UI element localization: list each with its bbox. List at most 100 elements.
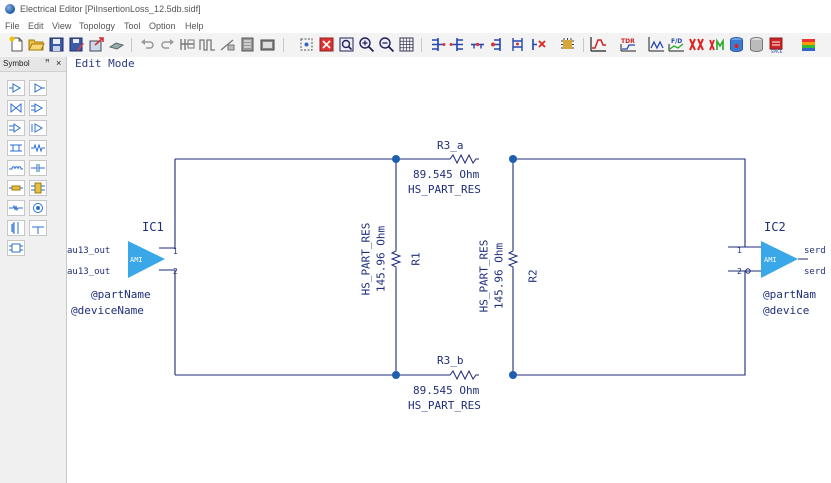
component-icon[interactable] xyxy=(559,36,576,53)
package-icon[interactable] xyxy=(7,240,25,256)
database-icon[interactable] xyxy=(728,36,745,53)
redo-icon[interactable] xyxy=(159,36,176,53)
crosstalk-icon[interactable] xyxy=(688,36,705,53)
ic1-pin1-wire xyxy=(159,159,176,249)
terminator-icon[interactable] xyxy=(29,120,47,136)
transformer-icon[interactable] xyxy=(7,220,25,236)
menu-file[interactable]: File xyxy=(5,21,20,31)
resistor-symbol-icon[interactable] xyxy=(29,140,47,156)
bus-icon[interactable] xyxy=(179,36,196,53)
link-icon[interactable] xyxy=(108,36,125,53)
export-icon[interactable] xyxy=(88,36,105,53)
probe-icon[interactable] xyxy=(29,200,47,216)
symbol-palette-title: Symbol xyxy=(3,59,30,68)
ic2-body-label: AMI xyxy=(764,256,777,264)
r2-ref-label: R2 xyxy=(526,269,540,283)
window-title: Electrical Editor [PiInsertionLoss_12.5d… xyxy=(20,4,201,14)
r1-value: 145.96 Ohm xyxy=(374,225,388,293)
junction-node xyxy=(509,155,517,163)
cylinder-icon[interactable] xyxy=(748,36,765,53)
io-buffer-icon[interactable] xyxy=(7,120,25,136)
delete-net-icon[interactable] xyxy=(529,36,546,53)
waveform-icon[interactable] xyxy=(590,36,607,53)
grid-icon[interactable] xyxy=(398,36,415,53)
bottom-right-wire xyxy=(513,270,746,376)
menu-view[interactable]: View xyxy=(52,21,71,31)
app-logo-icon xyxy=(5,4,15,14)
tline-icon[interactable] xyxy=(7,140,25,156)
connector-icon[interactable] xyxy=(29,180,47,196)
driver-symbol-icon[interactable] xyxy=(7,80,25,96)
zoom-in-icon[interactable] xyxy=(358,36,375,53)
capacitor-symbol-icon[interactable] xyxy=(29,160,47,176)
tdr-icon[interactable]: TDR xyxy=(620,36,637,53)
junction-node xyxy=(392,155,400,163)
new-file-icon[interactable] xyxy=(8,36,25,53)
menu-tool[interactable]: Tool xyxy=(124,21,141,31)
ic1-pin2-net: au13_out xyxy=(67,267,111,277)
junction-node xyxy=(509,371,517,379)
r3a-resistor xyxy=(447,153,479,165)
paste-icon[interactable] xyxy=(259,36,276,53)
add-pin-icon[interactable] xyxy=(489,36,506,53)
r1-ref-label: R1 xyxy=(409,252,423,266)
open-folder-icon[interactable] xyxy=(28,36,45,53)
ground-icon[interactable] xyxy=(29,220,47,236)
r3a-value: 89.545 Ohm xyxy=(413,168,480,181)
save-icon[interactable] xyxy=(48,36,65,53)
ic2-pin1-net: serd xyxy=(804,246,826,256)
ic1-pin1-net: au13_out xyxy=(67,246,111,256)
toolbar: TDR F/D SPICE xyxy=(0,33,831,58)
netlist-icon[interactable] xyxy=(509,36,526,53)
add-port-2-icon[interactable] xyxy=(449,36,466,53)
menu-bar: File Edit View Topology Tool Option Help xyxy=(0,18,831,33)
diff-driver-icon[interactable] xyxy=(7,100,25,116)
diff-receiver-icon[interactable] xyxy=(29,100,47,116)
r3a-ref-label: R3_a xyxy=(437,139,464,152)
title-bar: Electrical Editor [PiInsertionLoss_12.5d… xyxy=(0,0,831,18)
fit-window-icon[interactable] xyxy=(318,36,335,53)
copy-icon[interactable] xyxy=(239,36,256,53)
menu-topology[interactable]: Topology xyxy=(79,21,115,31)
menu-option[interactable]: Option xyxy=(149,21,176,31)
net-icon[interactable] xyxy=(469,36,486,53)
jitter-icon[interactable] xyxy=(708,36,725,53)
small-resistor-icon[interactable] xyxy=(7,200,25,216)
close-icon[interactable]: × xyxy=(56,58,61,68)
schematic-canvas[interactable]: Edit Mode IC1 au13_out au13_out 1 2 AMI … xyxy=(67,57,831,483)
r3a-part: HS_PART_RES xyxy=(408,183,481,196)
svg-text:F/D: F/D xyxy=(671,38,682,45)
receiver-symbol-icon[interactable] xyxy=(29,80,47,96)
ic2-ref-label: IC2 xyxy=(764,220,786,234)
menu-help[interactable]: Help xyxy=(185,21,204,31)
simulate-icon[interactable]: SPICE xyxy=(768,36,785,53)
zoom-out-icon[interactable] xyxy=(378,36,395,53)
save-as-icon[interactable] xyxy=(68,36,85,53)
pin-icon[interactable]: ꟸ xyxy=(45,58,50,67)
undo-icon[interactable] xyxy=(139,36,156,53)
measure-icon[interactable] xyxy=(219,36,236,53)
frequency-icon[interactable]: F/D xyxy=(668,36,685,53)
r1-part: HS_PART_RES xyxy=(359,222,373,296)
ic2-part-name: @partNam xyxy=(763,288,816,301)
ic1-pin1-number: 1 xyxy=(173,247,178,256)
ic2-device-name: @device xyxy=(763,304,810,317)
ic1-part-name: @partName xyxy=(91,288,151,301)
r2-resistor xyxy=(507,249,519,269)
r1-resistor xyxy=(390,249,402,269)
menu-edit[interactable]: Edit xyxy=(28,21,44,31)
select-area-icon[interactable] xyxy=(298,36,315,53)
pulse-icon[interactable] xyxy=(199,36,216,53)
fuse-icon[interactable] xyxy=(7,180,25,196)
r3b-value: 89.545 Ohm xyxy=(413,384,480,397)
layers-icon[interactable] xyxy=(800,36,817,53)
ic2-pin2-net: serd xyxy=(804,267,826,277)
r3b-part: HS_PART_RES xyxy=(408,399,481,412)
ic1-pin2-wire xyxy=(159,269,176,375)
eye-icon[interactable] xyxy=(648,36,665,53)
add-port-icon[interactable] xyxy=(429,36,446,53)
inductor-symbol-icon[interactable] xyxy=(7,160,25,176)
svg-text:SPICE: SPICE xyxy=(771,49,783,53)
zoom-fit-icon[interactable] xyxy=(338,36,355,53)
symbol-palette: Symbol ꟸ × xyxy=(0,57,67,483)
